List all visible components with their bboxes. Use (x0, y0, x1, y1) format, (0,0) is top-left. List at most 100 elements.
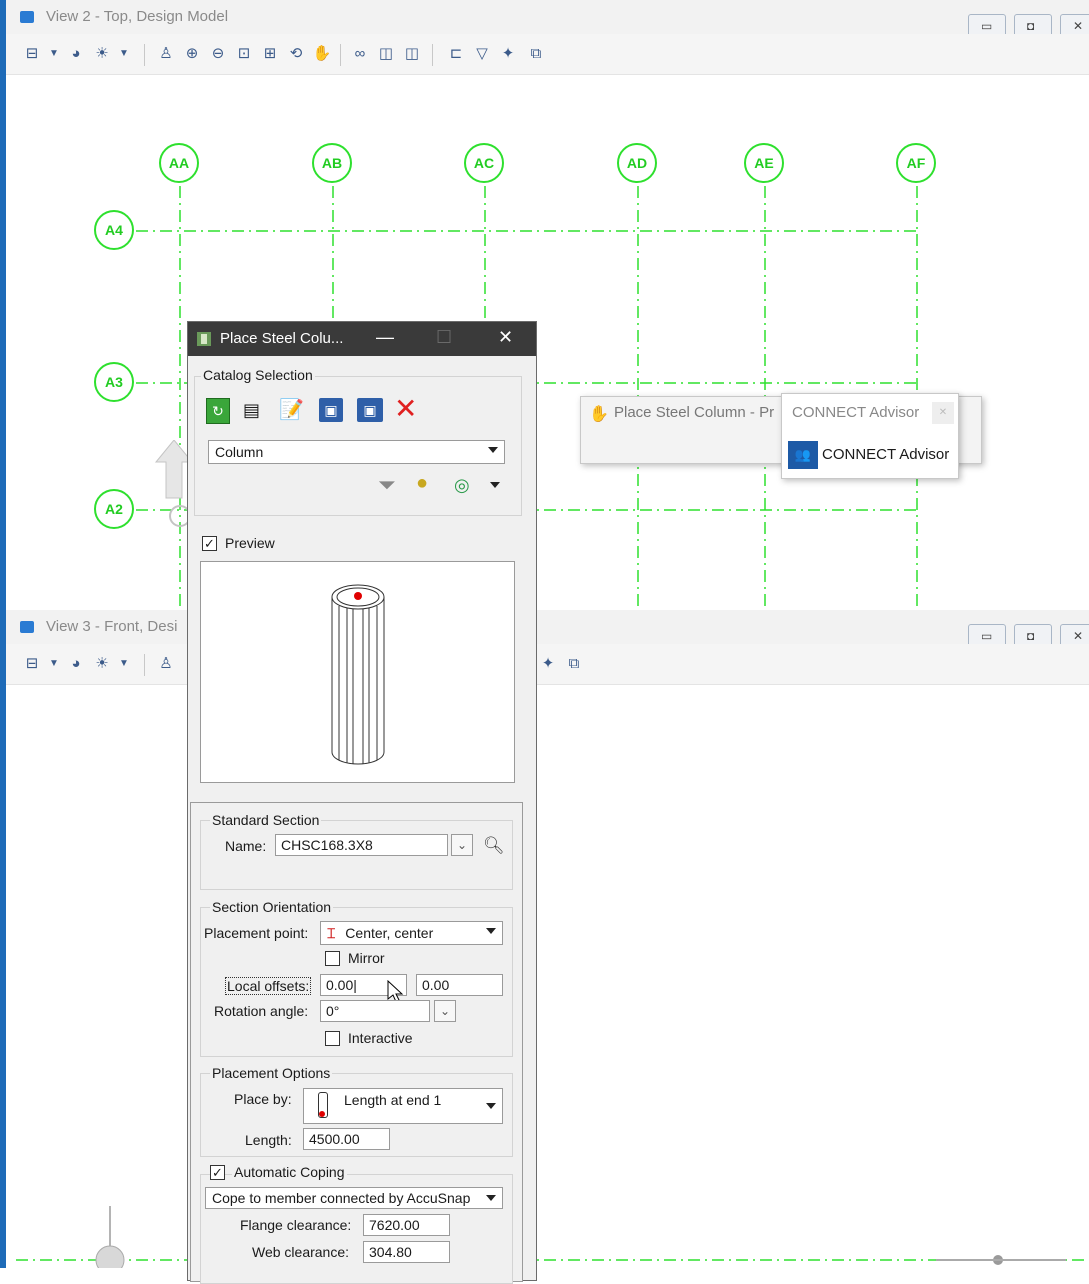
settings-dropdown-icon[interactable] (490, 482, 500, 488)
place-by-value: Length at end 1 (344, 1092, 442, 1108)
clip-volume-icon[interactable]: ⊏ (446, 44, 466, 64)
section-name-field[interactable]: CHSC168.3X8 (275, 834, 448, 856)
view-2-toolbar: ⊟ ▼ ◕ ☀ ▼ ♙ ⊕ ⊖ ⊡ ⊞ ⟲ ✋ ∞ ◫ ◫ ⊏ ▽ ✦ ⧉ (6, 34, 1089, 75)
next-view-icon[interactable]: ◫ (402, 44, 422, 64)
catalog-edit-button[interactable]: ▤ (243, 398, 267, 422)
web-clearance-label: Web clearance: (252, 1244, 350, 1260)
toolbar-separator (144, 44, 145, 66)
update-view-icon[interactable]: ♙ (156, 44, 176, 64)
mirror-checkbox[interactable] (325, 951, 340, 966)
connect-advisor-close-icon[interactable]: ✕ (932, 402, 954, 424)
grid-bubble-af: AF (896, 143, 936, 183)
placement-point-value: Center, center (345, 925, 434, 941)
view-3-titlebar[interactable]: View 3 - Front, Desi ▭ ◘ ✕ (6, 610, 1089, 648)
saved-views-icon[interactable]: ⧉ (564, 654, 584, 674)
connect-advisor-popup: CONNECT Advisor ✕ 👥 CONNECT Advisor (781, 393, 959, 479)
restore-icon: ◘ (1027, 19, 1035, 33)
chevron-down-icon (488, 447, 498, 453)
grid-bubble-ae: AE (744, 143, 784, 183)
view-attributes-icon[interactable]: ⊟ (22, 654, 42, 674)
mirror-label: Mirror (348, 950, 385, 966)
preview-checkbox[interactable]: ✓ (202, 536, 217, 551)
place-steel-column-dialog: Place Steel Colu... — ☐ ✕ Catalog Select… (187, 321, 537, 1284)
zoom-in-icon[interactable]: ⊕ (182, 44, 202, 64)
view-icon (20, 11, 34, 23)
view-2-window: View 2 - Top, Design Model ▭ ◘ ✕ ⊟ ▼ ◕ ☀… (0, 0, 1089, 606)
dialog-close-icon[interactable]: ✕ (498, 327, 513, 348)
web-clearance-field[interactable]: 304.80 (363, 1241, 450, 1263)
chevron-down-icon (486, 1103, 496, 1109)
pan-view-icon[interactable]: ✋ (312, 44, 332, 64)
dropdown-icon[interactable]: ▼ (114, 654, 134, 674)
settings-icon[interactable]: ◎ (454, 475, 470, 496)
toolbar-separator (432, 44, 433, 66)
grid-bubble-ad: AD (617, 143, 657, 183)
placement-point-dropdown[interactable]: ⌶ Center, center (320, 921, 503, 945)
close-icon: ✕ (1073, 19, 1084, 33)
clip-tools-icon[interactable]: ✦ (538, 654, 558, 674)
view-3-toolbar: ⊟ ▼ ◕ ☀ ▼ ♙ ✦ ⧉ (6, 644, 1089, 685)
view-attributes-icon[interactable]: ⊟ (22, 44, 42, 64)
placement-point-label: Placement point: (204, 925, 309, 941)
dialog-titlebar[interactable]: Place Steel Colu... — ☐ ✕ (188, 322, 536, 356)
length-value: 4500.00 (309, 1131, 360, 1147)
grid-bubble-aa: AA (159, 143, 199, 183)
connect-advisor-header: CONNECT Advisor (792, 404, 920, 421)
restore-icon: ◘ (1027, 629, 1035, 643)
dropdown-icon[interactable]: ▼ (114, 44, 134, 64)
flange-clearance-field[interactable]: 7620.00 (363, 1214, 450, 1236)
automatic-coping-checkbox[interactable]: ✓ (210, 1165, 225, 1180)
place-by-dropdown[interactable]: Length at end 1 (303, 1088, 503, 1124)
display-style-icon[interactable]: ◕ (66, 44, 86, 64)
rotate-view-icon[interactable]: ⟲ (286, 44, 306, 64)
cope-method-dropdown[interactable]: Cope to member connected by AccuSnap (205, 1187, 503, 1209)
saved-views-icon[interactable]: ⧉ (526, 44, 546, 64)
rotation-angle-dropdown[interactable]: ⌄ (434, 1000, 456, 1022)
connect-advisor-item-label: CONNECT Advisor (822, 446, 950, 463)
catalog-type-value: Column (215, 444, 264, 460)
preview-pane (200, 561, 515, 783)
connect-advisor-item[interactable]: 👥 CONNECT Advisor (788, 440, 954, 470)
length-field[interactable]: 4500.00 (303, 1128, 390, 1150)
offset-y-field[interactable]: 0.00 (416, 974, 503, 996)
filter-icon[interactable]: ⏷ (378, 472, 396, 498)
place-by-label: Place by: (234, 1091, 292, 1107)
save-button[interactable]: ▣ (319, 398, 343, 422)
interactive-checkbox[interactable] (325, 1031, 340, 1046)
previous-view-icon[interactable]: ◫ (376, 44, 396, 64)
clip-tools-icon[interactable]: ✦ (498, 44, 518, 64)
catalog-selection-label: Catalog Selection (201, 367, 315, 383)
edit-entry-button[interactable]: 📝 (279, 397, 305, 423)
zoom-out-icon[interactable]: ⊖ (208, 44, 228, 64)
dropdown-icon[interactable]: ▼ (44, 654, 64, 674)
window-area-icon[interactable]: ⊡ (234, 44, 254, 64)
save-as-button[interactable]: ▣ (357, 398, 383, 422)
fit-view-icon[interactable]: ⊞ (260, 44, 280, 64)
dropdown-icon[interactable]: ▼ (44, 44, 64, 64)
steel-tool-icon (197, 332, 211, 346)
length-label: Length: (245, 1132, 292, 1148)
walk-icon[interactable]: ∞ (350, 44, 370, 64)
properties-icon[interactable]: ● (416, 472, 428, 495)
lighting-icon[interactable]: ☀ (92, 44, 112, 64)
delete-button[interactable]: ✕ (394, 395, 420, 423)
catalog-type-dropdown[interactable]: Column (208, 440, 505, 464)
section-name-dropdown[interactable]: ⌄ (451, 834, 473, 856)
grid-bubble-a4: A4 (94, 210, 134, 250)
cope-method-value: Cope to member connected by AccuSnap (212, 1190, 471, 1206)
task-icon: ✋ (589, 406, 609, 423)
connect-advisor-icon: 👥 (788, 441, 818, 469)
clip-mask-icon[interactable]: ▽ (472, 44, 492, 64)
dialog-minimize-icon[interactable]: — (376, 327, 394, 348)
refresh-catalog-button[interactable]: ↻ (206, 398, 230, 424)
dialog-title: Place Steel Colu... (220, 330, 344, 347)
flange-clearance-value: 7620.00 (369, 1217, 420, 1233)
lighting-icon[interactable]: ☀ (92, 654, 112, 674)
display-style-icon[interactable]: ◕ (66, 654, 86, 674)
update-view-icon[interactable]: ♙ (156, 654, 176, 674)
search-icon[interactable]: 🔍︎ (483, 836, 505, 856)
view-2-titlebar[interactable]: View 2 - Top, Design Model ▭ ◘ ✕ (6, 0, 1089, 38)
interactive-label: Interactive (348, 1030, 413, 1046)
offset-y-value: 0.00 (422, 977, 450, 993)
rotation-angle-field[interactable]: 0° (320, 1000, 430, 1022)
